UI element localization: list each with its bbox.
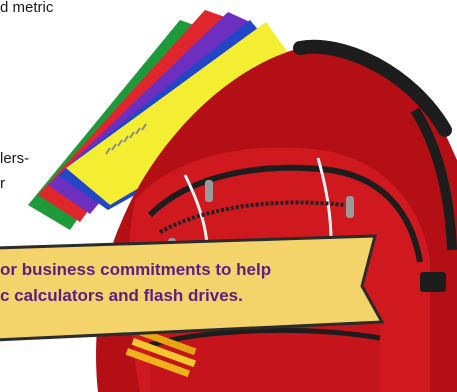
body-text-fragment: d metric bbox=[0, 0, 54, 16]
zipper-pull-right bbox=[346, 196, 354, 218]
zipper-pull-middle bbox=[205, 180, 213, 202]
body-text-fragment: r bbox=[0, 175, 5, 192]
page: d metric lers- r or business commitments… bbox=[0, 0, 457, 392]
banner-caption: or business commitments to help c calcul… bbox=[0, 257, 360, 309]
banner-line-1: or business commitments to help bbox=[0, 260, 272, 279]
side-buckle bbox=[420, 272, 446, 292]
body-text-fragment: lers- bbox=[0, 150, 30, 167]
backpack-photo bbox=[0, 10, 457, 392]
banner-line-2: c calculators and flash drives. bbox=[0, 286, 243, 305]
